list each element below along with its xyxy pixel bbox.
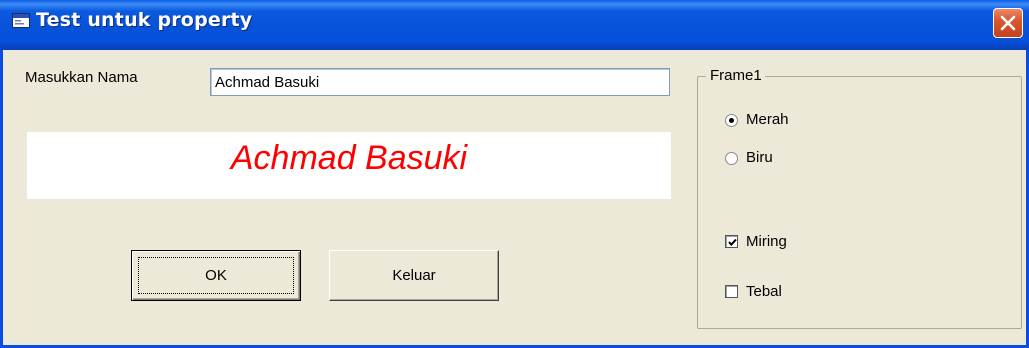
ok-button-label: OK [205, 267, 227, 284]
radio-merah-label[interactable]: Merah [746, 111, 789, 128]
radio-biru-label[interactable]: Biru [746, 149, 773, 166]
close-button[interactable] [993, 8, 1023, 38]
checkbox-tebal[interactable] [725, 285, 738, 298]
radio-merah[interactable] [725, 114, 738, 127]
exit-button[interactable]: Keluar [329, 250, 499, 301]
exit-button-label: Keluar [392, 267, 436, 284]
checkbox-miring[interactable] [725, 235, 738, 248]
window-title: Test untuk property [36, 9, 253, 31]
name-display-panel: Achmad Basuki [27, 132, 671, 199]
radio-biru[interactable] [725, 152, 738, 165]
name-display-text: Achmad Basuki [230, 139, 468, 177]
name-input[interactable]: Achmad Basuki [210, 68, 670, 96]
name-label: Masukkan Nama [25, 69, 138, 86]
frame-title: Frame1 [706, 67, 765, 84]
checkmark-icon [728, 238, 737, 247]
close-icon [1000, 15, 1016, 31]
ok-button[interactable]: OK [131, 250, 301, 301]
title-bar[interactable]: Test untuk property [0, 0, 1029, 50]
checkbox-tebal-label[interactable]: Tebal [746, 283, 782, 300]
checkbox-miring-label[interactable]: Miring [746, 233, 787, 250]
app-form-icon [12, 13, 30, 28]
app-window: Test untuk property Masukkan Nama Achmad… [0, 0, 1029, 348]
